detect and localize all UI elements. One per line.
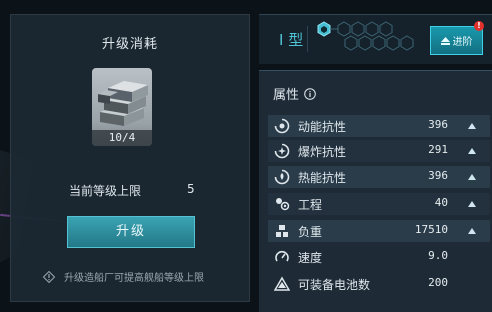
attribute-row-explosive: 爆炸抗性 291 (268, 140, 490, 162)
attribute-row-thermal: 热能抗性 396 (268, 166, 490, 188)
attribute-name: 工程 (298, 198, 323, 212)
attribute-value: 200 (428, 276, 448, 289)
battery-slots-icon (274, 276, 290, 291)
arrow-up-icon (440, 36, 450, 45)
attribute-row-engineering: 工程 40 (268, 193, 490, 215)
attribute-row-load: 负重 17510 (268, 220, 490, 242)
upgrade-cost-title: 升级消耗 (101, 37, 158, 52)
explosive-resist-icon (274, 143, 290, 159)
attribute-value: 291 (428, 143, 448, 156)
attribute-value: 396 (428, 169, 448, 182)
attribute-name: 负重 (298, 225, 323, 239)
load-icon (276, 225, 288, 237)
attributes-header: 属性 (273, 84, 316, 103)
advance-button[interactable]: 进阶 (430, 26, 483, 55)
attributes-title: 属性 (273, 88, 300, 103)
ship-type-label: I 型 (279, 31, 304, 49)
attribute-name: 可装备电池数 (298, 278, 371, 292)
attribute-name: 热能抗性 (298, 171, 347, 185)
info-diamond-icon (43, 270, 55, 283)
attribute-value: 396 (428, 118, 448, 131)
kinetic-resist-icon (274, 118, 290, 134)
attribute-value: 40 (434, 196, 448, 209)
attribute-name: 动能抗性 (298, 120, 347, 134)
upgrade-cost-panel: 升级消耗 10/4 当前等级上限 5 升级 升级造船厂可提高舰船等级上限 (10, 14, 250, 302)
speed-icon (275, 250, 289, 262)
type-divider (307, 26, 308, 52)
attribute-name: 速度 (298, 251, 323, 265)
engineering-icon (276, 198, 290, 211)
increase-arrow-icon (468, 148, 476, 154)
notification-badge: ! (474, 21, 484, 31)
increase-arrow-icon (468, 123, 476, 129)
level-cap-label: 当前等级上限 (69, 184, 142, 198)
attribute-row-speed: 速度 9.0 (268, 246, 490, 268)
hint-text: 升级造船厂可提高舰船等级上限 (64, 273, 204, 284)
upgrade-button[interactable]: 升级 (67, 216, 195, 248)
level-cap-value: 5 (187, 182, 195, 196)
increase-arrow-icon (468, 228, 476, 234)
material-item[interactable]: 10/4 (92, 68, 152, 146)
hint-row: 升级造船厂可提高舰船等级上限 (43, 269, 204, 284)
metal-ingots-icon (98, 81, 148, 126)
attribute-value: 9.0 (428, 249, 448, 262)
advance-label: 进阶 (452, 37, 473, 48)
attribute-name: 爆炸抗性 (298, 145, 347, 159)
attribute-value: 17510 (414, 223, 448, 236)
attribute-row-kinetic: 动能抗性 396 (268, 115, 490, 137)
advancement-nodes-icon (317, 21, 414, 51)
info-icon[interactable] (304, 87, 316, 100)
increase-arrow-icon (468, 201, 476, 207)
increase-arrow-icon (468, 174, 476, 180)
attribute-row-battery: 可装备电池数 200 (268, 273, 490, 295)
item-count: 10/4 (92, 130, 152, 146)
thermal-resist-icon (274, 169, 290, 185)
